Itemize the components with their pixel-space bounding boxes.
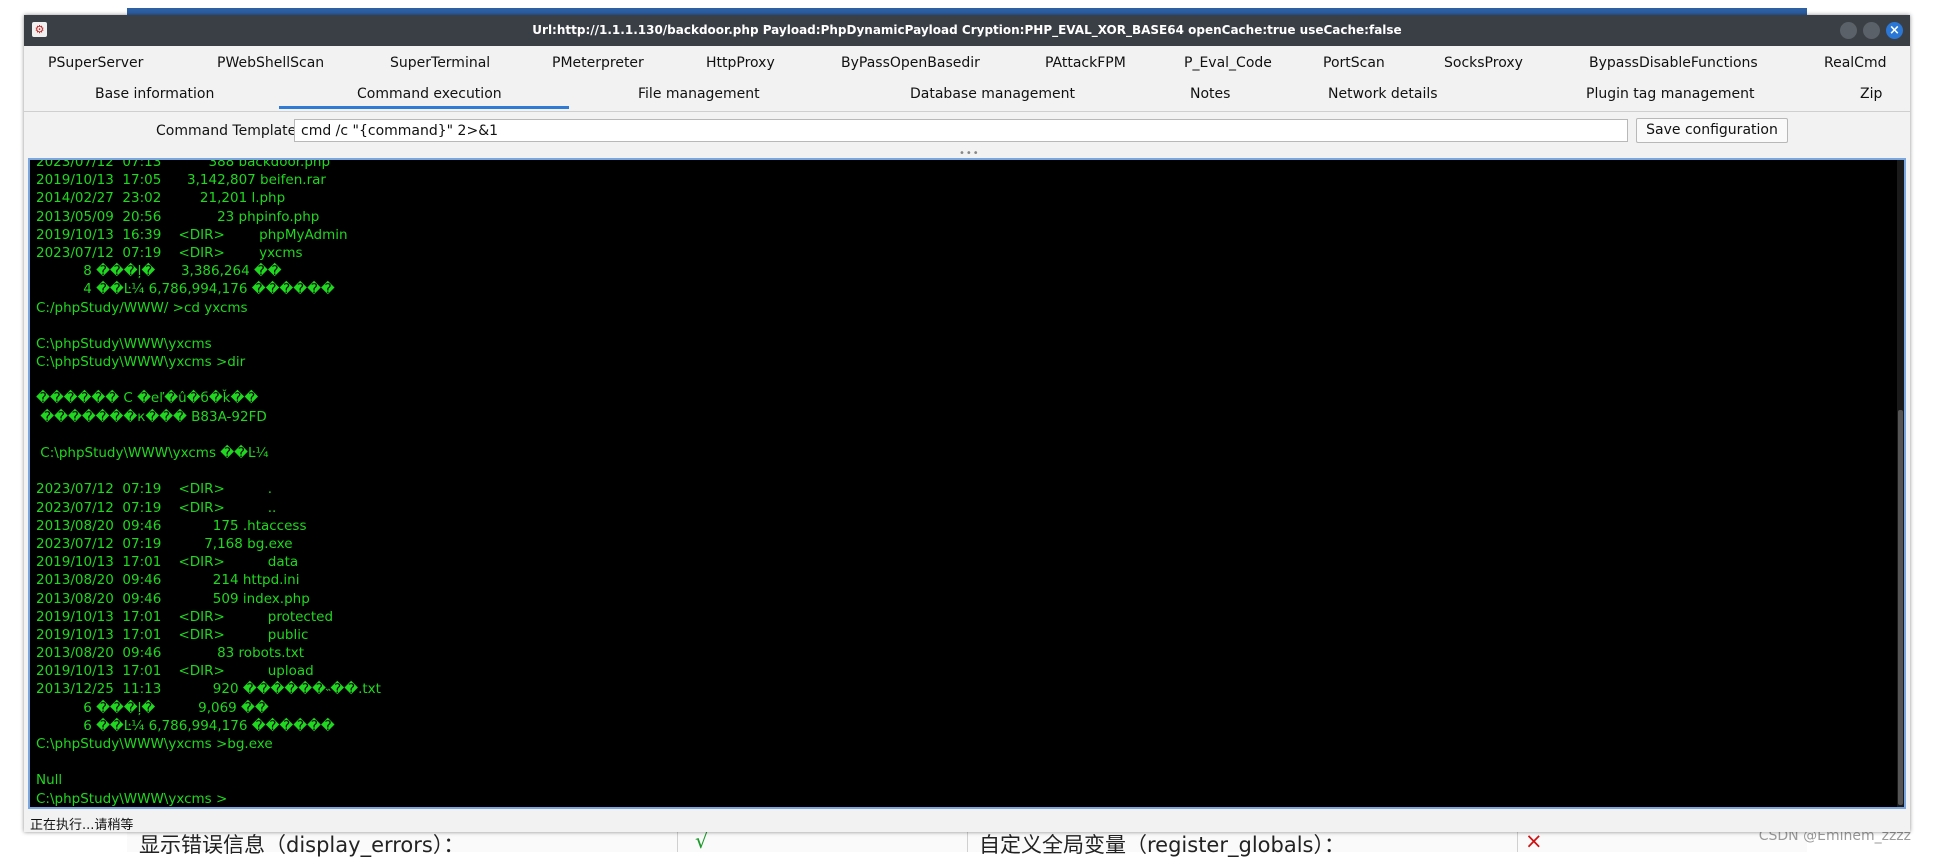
tab-divider <box>24 111 1910 112</box>
tab-pwebshellscan[interactable]: PWebShellScan <box>217 55 324 71</box>
console-line: C:\phpStudy\WWW\yxcms <box>36 335 212 352</box>
tab-realcmd[interactable]: RealCmd <box>1824 55 1886 71</box>
console-line: 2019/10/13 16:39 <DIR> phpMyAdmin <box>36 226 348 243</box>
console-line: 2014/02/27 23:02 21,201 l.php <box>36 190 286 207</box>
console-line: C:\phpStudy\WWW\yxcms ��Ŀ¼ <box>36 445 269 461</box>
tab-network-details[interactable]: Network details <box>1328 86 1438 102</box>
console-line: 2023/07/12 07:19 <DIR> yxcms <box>36 244 303 261</box>
console-line: 2023/07/12 07:19 7,168 bg.exe <box>36 535 293 552</box>
tab-notes[interactable]: Notes <box>1190 86 1230 102</box>
tab-zip[interactable]: Zip <box>1860 86 1882 102</box>
close-button[interactable]: × <box>1886 22 1903 39</box>
console-line: �������к��� B83A-92FD <box>36 408 267 425</box>
register-globals-value: × <box>1525 829 1543 853</box>
console-line: 2019/10/13 17:01 <DIR> upload <box>36 663 314 680</box>
console-line: ������ C �еľ�û�б�ǩ�� <box>36 390 259 407</box>
console-line: 6 ��Ŀ¼ 6,786,994,176 ������ <box>36 717 335 734</box>
close-icon: × <box>1889 23 1900 38</box>
register-globals-label: 自定义全局变量（register_globals）： <box>979 833 1345 857</box>
console-line: 4 ��Ŀ¼ 6,786,994,176 ������ <box>36 281 335 298</box>
tab-file-management[interactable]: File management <box>638 86 760 102</box>
maximize-button[interactable] <box>1863 22 1880 39</box>
tab-bypassopenbasedir[interactable]: ByPassOpenBasedir <box>841 55 980 71</box>
console-line: 2013/08/20 09:46 175 .htaccess <box>36 517 307 534</box>
console-line: C:\phpStudy\WWW\yxcms >bg.exe <box>36 736 273 752</box>
tab-database-management[interactable]: Database management <box>910 86 1075 102</box>
tab-portscan[interactable]: PortScan <box>1323 55 1385 71</box>
tab-bypassdisablefunctions[interactable]: BypassDisableFunctions <box>1589 55 1758 71</box>
console-line: C:/phpStudy/WWW/ >cd yxcms <box>36 299 248 316</box>
status-text: 正在执行...请稍等 <box>30 818 134 833</box>
console-line: 2019/10/13 17:05 3,142,807 beifen.rar <box>36 172 326 189</box>
godzilla-shell-window: ⚙ Url:http://1.1.1.130/backdoor.php Payl… <box>24 15 1910 833</box>
console-line: C:\phpStudy\WWW\yxcms > <box>36 790 228 807</box>
console-line: 2023/07/12 07:19 <DIR> .. <box>36 499 277 516</box>
command-output-console[interactable]: 2023/07/12 07:13 388 backdoor.php 2019/10… <box>28 158 1906 809</box>
plugin-tab-bar: PSuperServer PWebShellScan SuperTerminal… <box>24 48 1910 79</box>
active-tab-indicator <box>279 106 569 109</box>
tab-pattackfpm[interactable]: PAttackFPM <box>1045 55 1126 71</box>
tab-base-information[interactable]: Base information <box>95 86 214 102</box>
minimize-button[interactable] <box>1840 22 1857 39</box>
tab-p-eval-code[interactable]: P_Eval_Code <box>1184 55 1272 71</box>
save-configuration-button[interactable]: Save configuration <box>1636 118 1788 143</box>
console-line: 2019/10/13 17:01 <DIR> public <box>36 626 309 643</box>
console-line: 2013/12/25 11:13 920 ������˵��.txt <box>36 681 381 698</box>
tab-superterminal[interactable]: SuperTerminal <box>390 55 490 71</box>
tab-psuperserver[interactable]: PSuperServer <box>48 55 143 71</box>
tab-command-execution[interactable]: Command execution <box>357 86 502 102</box>
title-bar[interactable]: ⚙ Url:http://1.1.1.130/backdoor.php Payl… <box>24 15 1910 46</box>
console-line: 2023/07/12 07:13 388 backdoor.php <box>36 158 331 170</box>
tab-httpproxy[interactable]: HttpProxy <box>706 55 775 71</box>
console-output: 2023/07/12 07:13 388 backdoor.php 2019/10… <box>36 158 381 807</box>
command-template-label: Command Template <box>156 123 297 139</box>
console-line: 6 ���ļ� 9,069 �� <box>36 699 269 716</box>
console-line: 2013/08/20 09:46 214 httpd.ini <box>36 572 300 589</box>
display-errors-value: √ <box>695 829 709 853</box>
console-line: Null <box>36 772 63 789</box>
tab-socksproxy[interactable]: SocksProxy <box>1444 55 1523 71</box>
scrollbar-thumb[interactable] <box>1898 410 1903 805</box>
console-line: 2019/10/13 17:01 <DIR> protected <box>36 608 334 625</box>
console-line: 2013/05/09 20:56 23 phpinfo.php <box>36 208 320 225</box>
console-line: 8 ���ļ� 3,386,264 �� <box>36 263 282 280</box>
status-bar: 正在执行...请稍等 <box>24 812 1910 833</box>
console-line: C:\phpStudy\WWW\yxcms >dir <box>36 354 246 371</box>
console-line: 2013/08/20 09:46 83 robots.txt <box>36 645 305 662</box>
console-scrollbar[interactable] <box>1897 160 1904 807</box>
display-errors-label: 显示错误信息（display_errors）： <box>139 833 465 857</box>
tab-plugin-tag-management[interactable]: Plugin tag management <box>1586 86 1755 102</box>
console-line: 2013/08/20 09:46 509 index.php <box>36 590 310 607</box>
window-title: Url:http://1.1.1.130/backdoor.php Payloa… <box>532 23 1402 37</box>
console-line: 2023/07/12 07:19 <DIR> . <box>36 481 273 498</box>
console-line: 2019/10/13 17:01 <DIR> data <box>36 554 299 571</box>
tab-pmeterpreter[interactable]: PMeterpreter <box>552 55 644 71</box>
command-template-input[interactable]: cmd /c "{command}" 2>&1 <box>294 119 1628 142</box>
